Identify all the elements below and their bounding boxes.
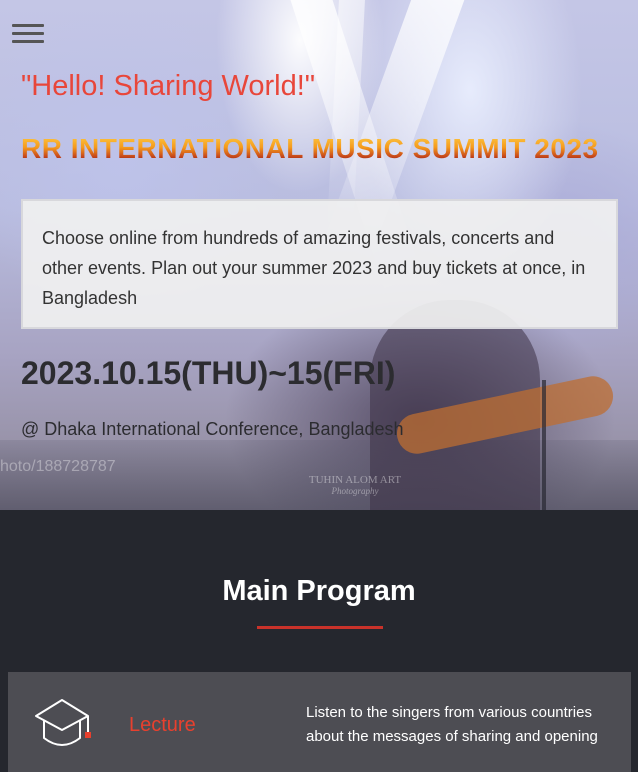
graduation-cap-icon bbox=[32, 694, 92, 756]
program-card-description: Listen to the singers from various count… bbox=[306, 704, 598, 745]
intro-text: Choose online from hundreds of amazing f… bbox=[42, 228, 586, 308]
summit-title: RR INTERNATIONAL MUSIC SUMMIT 2023 bbox=[21, 133, 599, 164]
photo-watermark-sub: Photography bbox=[331, 486, 379, 496]
program-card-label: Lecture bbox=[129, 714, 196, 736]
hamburger-menu-icon[interactable] bbox=[12, 22, 44, 44]
event-venue: @ Dhaka International Conference, Bangla… bbox=[21, 419, 404, 439]
section-title-underline bbox=[257, 626, 383, 629]
menu-bar bbox=[12, 32, 44, 35]
mic-stand bbox=[542, 380, 546, 510]
hero-section: hoto/188728787 TUHIN ALOM ART Photograph… bbox=[0, 0, 638, 510]
photo-watermark: TUHIN ALOM ART Photography bbox=[300, 474, 410, 496]
section-title: Main Program bbox=[222, 575, 416, 607]
photo-watermark-left: hoto/188728787 bbox=[0, 458, 116, 475]
photo-watermark-name: TUHIN ALOM ART bbox=[308, 474, 402, 486]
menu-bar bbox=[12, 40, 44, 43]
menu-bar bbox=[12, 24, 44, 27]
program-card-lecture[interactable]: Lecture Listen to the singers from vario… bbox=[8, 672, 631, 772]
intro-box: Choose online from hundreds of amazing f… bbox=[21, 199, 618, 329]
hero-greeting: "Hello! Sharing World!" bbox=[21, 70, 316, 102]
event-date: 2023.10.15(THU)~15(FRI) bbox=[21, 355, 396, 391]
